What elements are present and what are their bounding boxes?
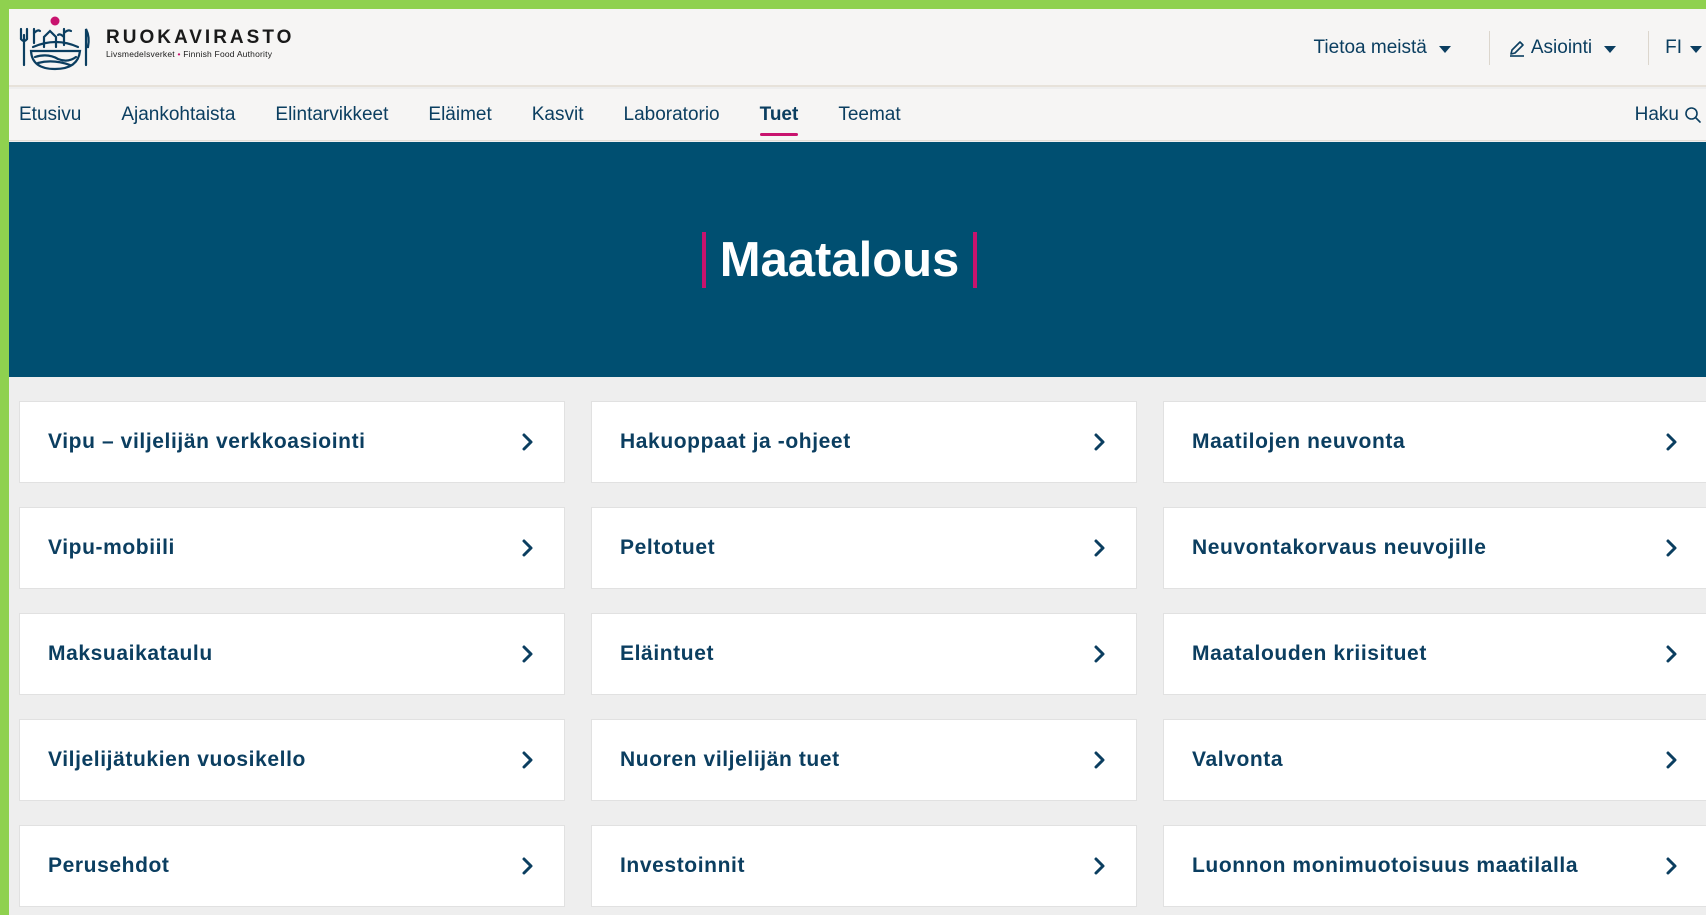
logo-sub-english: Finnish Food Authority (183, 48, 273, 59)
chevron-right-icon (522, 539, 533, 557)
nav-list: Etusivu Ajankohtaista Elintarvikkeet Elä… (19, 89, 941, 141)
site-logo[interactable]: RUOKAVIRASTO Livsmedelsverket • Finnish … (18, 15, 294, 71)
link-card-label: Vipu-mobiili (48, 536, 175, 559)
caret-down-icon (1438, 45, 1451, 53)
chevron-right-icon (522, 751, 533, 769)
link-card[interactable]: Maatalouden kriisituet (1163, 613, 1706, 695)
logo-subtitle: Livsmedelsverket • Finnish Food Authorit… (106, 49, 294, 60)
nav-item-elaimet[interactable]: Eläimet (428, 89, 491, 141)
main-navigation: Etusivu Ajankohtaista Elintarvikkeet Elä… (9, 89, 1706, 141)
link-card[interactable]: Maksuaikataulu (19, 613, 565, 695)
chevron-right-icon (1666, 751, 1677, 769)
link-card-label: Maatilojen neuvonta (1192, 430, 1406, 453)
chevron-right-icon (1666, 857, 1677, 875)
chevron-right-icon (1094, 857, 1105, 875)
chevron-right-icon (522, 433, 533, 451)
logo-text: RUOKAVIRASTO Livsmedelsverket • Finnish … (106, 27, 294, 60)
hero-accent-bar-right (973, 231, 978, 288)
hero-banner: Maatalous (9, 142, 1706, 377)
top-header: RUOKAVIRASTO Livsmedelsverket • Finnish … (9, 9, 1706, 87)
link-card[interactable]: Eläintuet (591, 613, 1137, 695)
link-card[interactable]: Vipu – viljelijän verkkoasiointi (19, 401, 565, 483)
chevron-right-icon (1094, 539, 1105, 557)
language-menu[interactable]: FI (1649, 31, 1706, 65)
nav-item-kasvit[interactable]: Kasvit (532, 89, 584, 141)
pen-icon (1509, 41, 1524, 57)
logo-name: RUOKAVIRASTO (106, 26, 295, 48)
link-card[interactable]: Perusehdot (19, 825, 565, 907)
link-card[interactable]: Valvonta (1163, 719, 1706, 801)
link-card[interactable]: Nuoren viljelijän tuet (591, 719, 1137, 801)
link-card-label: Neuvontakorvaus neuvojille (1192, 536, 1487, 559)
search-button[interactable]: Haku (1635, 89, 1702, 141)
link-card-label: Investoinnit (620, 854, 746, 877)
top-menu: Tietoa meistä Asiointi FI (1296, 9, 1706, 87)
link-card-label: Vipu – viljelijän verkkoasiointi (48, 430, 366, 453)
chevron-right-icon (1666, 539, 1677, 557)
link-card[interactable]: Investoinnit (591, 825, 1137, 907)
link-card-label: Maatalouden kriisituet (1192, 642, 1427, 665)
ruokavirasto-logo-icon (19, 16, 90, 71)
language-menu-label: FI (1665, 37, 1682, 58)
chevron-right-icon (1666, 433, 1677, 451)
services-menu[interactable]: Asiointi (1490, 31, 1648, 65)
logo-sub-separator: • (177, 48, 181, 59)
caret-down-icon (1690, 45, 1702, 53)
link-card-label: Viljelijätukien vuosikello (48, 748, 306, 771)
link-card-label: Valvonta (1192, 748, 1284, 771)
search-label: Haku (1634, 104, 1679, 125)
link-card-label: Luonnon monimuotoisuus maatilalla (1192, 854, 1579, 877)
link-card[interactable]: Neuvontakorvaus neuvojille (1163, 507, 1706, 589)
link-card-grid: Vipu – viljelijän verkkoasiointi Hakuopp… (19, 401, 1706, 907)
chevron-right-icon (522, 645, 533, 663)
link-card[interactable]: Luonnon monimuotoisuus maatilalla (1163, 825, 1706, 907)
hero-title-wrap: Maatalous (701, 231, 978, 288)
about-menu[interactable]: Tietoa meistä (1296, 31, 1489, 65)
services-menu-label: Asiointi (1530, 37, 1593, 58)
chevron-right-icon (1094, 433, 1105, 451)
link-card[interactable]: Peltotuet (591, 507, 1137, 589)
link-card[interactable]: Maatilojen neuvonta (1163, 401, 1706, 483)
chevron-right-icon (1094, 751, 1105, 769)
link-card-label: Peltotuet (620, 536, 716, 559)
link-card-label: Maksuaikataulu (48, 642, 213, 665)
nav-item-elintarvikkeet[interactable]: Elintarvikkeet (275, 89, 388, 141)
link-card[interactable]: Hakuoppaat ja -ohjeet (591, 401, 1137, 483)
caret-down-icon (1604, 45, 1617, 53)
chevron-right-icon (1666, 645, 1677, 663)
chevron-right-icon (522, 857, 533, 875)
link-card-label: Hakuoppaat ja -ohjeet (620, 430, 851, 453)
page-title: Maatalous (719, 232, 960, 287)
logo-sub-swedish: Livsmedelsverket (106, 48, 175, 59)
link-card[interactable]: Viljelijätukien vuosikello (19, 719, 565, 801)
nav-item-etusivu[interactable]: Etusivu (19, 89, 81, 141)
nav-item-teemat[interactable]: Teemat (838, 89, 900, 141)
nav-item-tuet[interactable]: Tuet (759, 89, 798, 141)
nav-item-ajankohtaista[interactable]: Ajankohtaista (121, 89, 235, 141)
nav-item-laboratorio[interactable]: Laboratorio (624, 89, 720, 141)
link-card-label: Nuoren viljelijän tuet (620, 748, 840, 771)
page: RUOKAVIRASTO Livsmedelsverket • Finnish … (9, 9, 1706, 915)
search-icon (1685, 107, 1701, 123)
link-card-label: Eläintuet (620, 642, 715, 665)
chevron-right-icon (1094, 645, 1105, 663)
about-menu-label: Tietoa meistä (1313, 37, 1427, 58)
link-card-label: Perusehdot (48, 854, 170, 877)
link-card[interactable]: Vipu-mobiili (19, 507, 565, 589)
